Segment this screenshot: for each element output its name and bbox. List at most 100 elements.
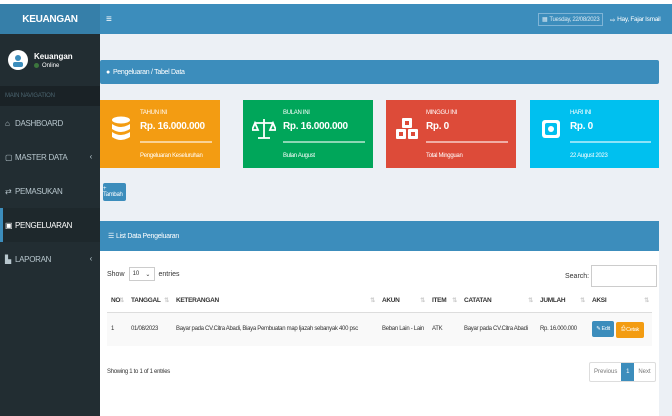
exchange-icon: ⇄ [5,186,12,196]
sidebar-item-pemasukan[interactable]: ⇄ PEMASUKAN [0,174,100,208]
date-display: ▦ Tuesday, 22/08/2023 [538,13,604,26]
edit-button[interactable]: ✎ Edit [592,321,614,337]
cell-keterangan: Bayar pada CV.Citra Abadi, Biaya Pembuat… [172,312,378,346]
edit-icon: ✎ [596,326,601,332]
home-icon: ⌂ [5,118,10,128]
sort-icon: ⇅ [164,298,169,304]
sidebar-item-master-data[interactable]: ▢ MASTER DATA ‹ [0,140,100,174]
column-header-tanggal[interactable]: TANGGAL ⇅ [127,290,172,313]
info-box-value: Rp. 16.000.000 [140,121,205,132]
add-button[interactable]: + Tambah [103,183,126,201]
column-header-akun[interactable]: AKUN ⇅ [378,290,428,313]
column-header-catatan[interactable]: CATATAN ⇅ [460,290,536,313]
user-status: Online [42,62,60,69]
user-name: Keuangan [34,51,73,61]
user-menu[interactable]: ⇨ Hay, Fajar Ismail [606,13,664,26]
search-input[interactable] [591,265,658,287]
column-header-jumlah[interactable]: JUMLAH ⇅ [536,290,588,313]
chevron-down-icon: ⌄ [145,271,151,278]
info-box-label: MINGGU INI [426,110,457,116]
calendar-icon: ▦ [542,17,548,23]
money-icon: ▣ [5,220,13,230]
balance-scale-icon [249,112,279,146]
previous-button[interactable]: Previous [590,363,621,381]
print-button[interactable]: ⎙ Cetak [616,321,644,338]
sort-icon: ⇅ [452,298,457,304]
file-icon: ▙ [5,254,11,264]
sort-icon: ⇅ [420,298,425,304]
chevron-left-icon: ‹ [89,152,93,161]
sidebar: KEUANGAN Keuangan Online MAIN NAVIGATION… [0,4,100,416]
data-table: NO ⇅ TANGGAL ⇅ KETERANGAN ⇅ AKUN ⇅ ITEM ⇅ CAT… [107,290,652,346]
cell-jumlah: Rp. 16.000.000 [536,312,588,346]
top-header: ≡ ▦ Tuesday, 22/08/2023 ⇨ Hay, Fajar Ismai… [100,4,672,34]
showing-info: Showing 1 to 1 of 1 entries [107,369,170,375]
cell-tanggal: 01/08/2023 [127,312,172,346]
entries-select[interactable]: 10 ⌄ [128,267,155,281]
sidebar-item-label: PEMASUKAN [15,186,63,196]
sort-icon: ⇅ [580,298,585,304]
panel-header: ☰ List Data Pengeluaran [100,221,659,251]
info-box-sub: Pengeluaran Keseluruhan [140,153,203,159]
sidebar-item-laporan[interactable]: ▙ LAPORAN ‹ [0,242,100,276]
cell-catatan: Bayar pada CV.Citra Abadi [460,312,536,346]
sort-icon: ⇅ [119,298,124,304]
sidebar-item-dashboard[interactable]: ⌂ DASHBOARD [0,106,100,140]
info-box-label: HARI INI [570,110,592,116]
column-header-aksi[interactable]: AKSI ⇅ [588,290,652,313]
nav-header: MAIN NAVIGATION [0,86,100,106]
cell-item: ATK [428,312,460,346]
progress-bar [140,141,212,143]
sort-icon: ⇅ [528,298,533,304]
info-box-hari-ini: HARI INI Rp. 0 22 August 2023 [530,100,659,168]
column-header-keterangan[interactable]: KETERANGAN ⇅ [172,290,378,313]
cell-no: 1 [107,312,127,346]
info-box-value: Rp. 0 [570,121,593,132]
info-box-value: Rp. 16.000.000 [283,121,348,132]
print-icon: ⎙ [621,326,626,332]
info-box-label: BULAN INI [283,110,310,116]
progress-bar [570,141,651,143]
table-row: 1 01/08/2023 Bayar pada CV.Citra Abadi, … [107,312,652,346]
page-1-button[interactable]: 1 [621,363,635,381]
sidebar-item-label: MASTER DATA [15,152,68,162]
user-panel: Keuangan Online [0,34,100,86]
search-area: Search: [565,265,658,287]
sort-icon: ⇅ [370,298,375,304]
pagination: Previous 1 Next [589,362,656,382]
cell-aksi: ✎ Edit ⎙ Cetak [588,312,652,346]
sidebar-item-label: PENGELUARAN [15,220,73,230]
column-header-no[interactable]: NO ⇅ [107,290,127,313]
info-box-sub: 22 August 2023 [570,153,608,159]
online-dot-icon [34,63,39,68]
info-box-sub: Total Mingguan [426,153,463,159]
chevron-left-icon: ‹ [89,254,93,263]
square-icon: ▢ [5,152,13,162]
money-icon [536,112,566,146]
info-box-bulan-ini: BULAN INI Rp. 16.000.000 Bulan August [243,100,373,168]
list-icon: ☰ [108,233,114,240]
entries-length: Show 10 ⌄ entries [107,267,180,281]
info-box-sub: Bulan August [283,153,315,159]
progress-bar [426,141,508,143]
column-header-item[interactable]: ITEM ⇅ [428,290,460,313]
sidebar-item-pengeluaran[interactable]: ▣ PENGELUARAN [0,208,100,242]
cubes-icon [392,112,422,146]
info-box-minggu-ini: MINGGU INI Rp. 0 Total Mingguan [386,100,516,168]
sort-icon: ⇅ [644,298,649,304]
info-box-label: TAHUN INI [140,110,167,116]
sign-out-icon: ⇨ [610,16,616,24]
brand-logo[interactable]: KEUANGAN [0,4,100,34]
info-box-value: Rp. 0 [426,121,449,132]
database-icon [106,112,136,146]
sidebar-item-label: DASHBOARD [15,118,63,128]
breadcrumb: ● Pengeluaran / Tabel Data [100,60,659,84]
progress-bar [283,141,365,143]
question-icon: ● [106,68,110,76]
sidebar-item-label: LAPORAN [15,254,52,264]
avatar [8,50,28,70]
cell-akun: Beban Lain - Lain [378,312,428,346]
info-box-tahun-ini: TAHUN INI Rp. 16.000.000 Pengeluaran Kes… [100,100,220,168]
next-button[interactable]: Next [634,363,654,381]
menu-toggle-icon[interactable]: ≡ [106,14,112,25]
